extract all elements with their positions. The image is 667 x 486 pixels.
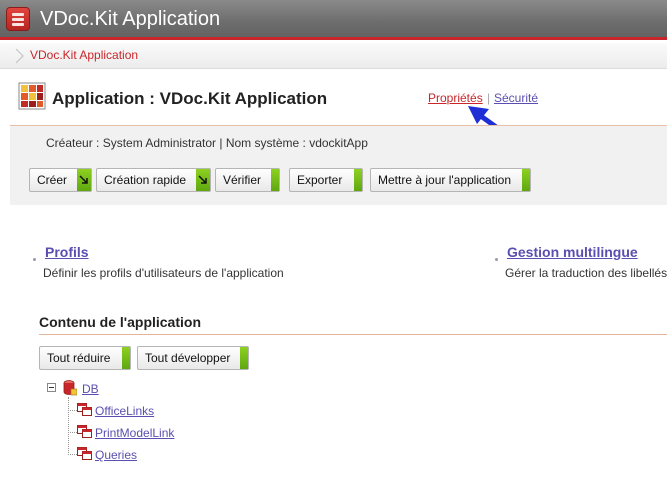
- export-button-label: Exporter: [297, 173, 343, 187]
- chevron-right-icon: [15, 48, 24, 64]
- table-icon: [77, 403, 92, 416]
- collapse-all-button[interactable]: Tout réduire: [39, 346, 131, 370]
- quick-create-button[interactable]: Création rapide: [96, 168, 211, 192]
- creator-system-name: Créateur : System Administrator | Nom sy…: [46, 136, 368, 150]
- profiles-description: Définir les profils d'utilisateurs de l'…: [43, 266, 284, 280]
- multilingual-link[interactable]: Gestion multilingue: [507, 244, 638, 260]
- app-title: VDoc.Kit Application: [40, 8, 221, 30]
- table-icon: [77, 425, 92, 438]
- breadcrumb: VDoc.Kit Application: [0, 43, 667, 69]
- collapse-node-icon[interactable]: [47, 383, 56, 392]
- multilingual-description: Gérer la traduction des libellés: [505, 266, 667, 280]
- tree-node-queries[interactable]: Queries: [95, 448, 137, 462]
- create-button-label: Créer: [37, 173, 68, 187]
- verify-button-label: Vérifier: [223, 173, 262, 187]
- table-icon: [77, 447, 92, 460]
- expand-all-label: Tout développer: [145, 351, 231, 365]
- profiles-link[interactable]: Profils: [45, 244, 89, 260]
- page-title: Application : VDoc.Kit Application: [52, 89, 328, 108]
- app-list-icon: [6, 7, 30, 31]
- application-grid-icon: [18, 82, 46, 110]
- update-application-button-label: Mettre à jour l'application: [378, 173, 512, 187]
- quick-create-button-label: Création rapide: [104, 173, 187, 187]
- tree-node-db[interactable]: DB: [82, 382, 99, 396]
- top-bar: VDoc.Kit Application: [0, 0, 667, 40]
- database-icon: [63, 380, 77, 396]
- divider: [39, 334, 667, 335]
- dropdown-arrow-icon: [77, 169, 91, 191]
- verify-button[interactable]: Vérifier: [215, 168, 280, 192]
- breadcrumb-item-application[interactable]: VDoc.Kit Application: [30, 48, 138, 62]
- bullet: [33, 258, 36, 261]
- create-button[interactable]: Créer: [29, 168, 92, 192]
- tree-node-officelinks[interactable]: OfficeLinks: [95, 404, 154, 418]
- tree-node-printmodellink[interactable]: PrintModelLink: [95, 426, 174, 440]
- bullet: [495, 258, 498, 261]
- export-button[interactable]: Exporter: [289, 168, 363, 192]
- content-title: Contenu de l'application: [39, 314, 201, 330]
- expand-all-button[interactable]: Tout développer: [137, 346, 249, 370]
- dropdown-arrow-icon: [196, 169, 210, 191]
- update-application-button[interactable]: Mettre à jour l'application: [370, 168, 531, 192]
- collapse-all-label: Tout réduire: [47, 351, 111, 365]
